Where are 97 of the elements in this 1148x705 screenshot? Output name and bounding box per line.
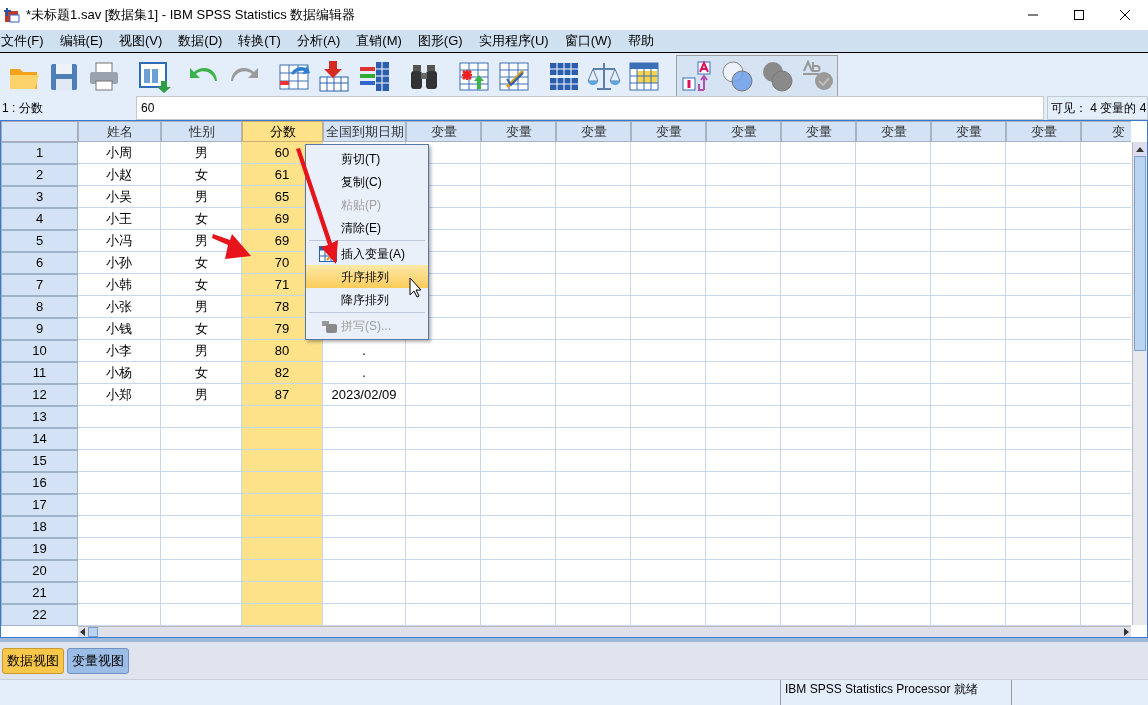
table-cell: 女 bbox=[161, 208, 242, 230]
table-cell: . bbox=[323, 340, 406, 362]
spell-check-icon bbox=[800, 58, 834, 93]
table-cell: 男 bbox=[161, 384, 242, 406]
row-header[interactable]: 21 bbox=[1, 582, 78, 604]
column-header[interactable]: 变量 bbox=[856, 121, 931, 142]
table-down-arrow-icon bbox=[317, 58, 351, 93]
row-header[interactable]: 17 bbox=[1, 494, 78, 516]
vertical-scrollbar[interactable] bbox=[1132, 142, 1147, 625]
column-header[interactable]: 变 bbox=[1081, 121, 1131, 142]
table-cell: . bbox=[323, 362, 406, 384]
row-header[interactable]: 6 bbox=[1, 252, 78, 274]
menu-item[interactable]: 帮助 bbox=[627, 31, 654, 51]
column-header[interactable]: 分数 bbox=[242, 121, 323, 142]
table-cell: 小孙 bbox=[78, 252, 161, 274]
menu-item[interactable]: 窗口(W) bbox=[564, 31, 612, 51]
table-cell: 87 bbox=[242, 384, 323, 406]
window-title: *未标题1.sav [数据集1] - IBM SPSS Statistics 数据编辑器 bbox=[26, 6, 357, 25]
table-cell: 小冯 bbox=[78, 230, 161, 252]
table-cell: 女 bbox=[161, 164, 242, 186]
table-cell: 男 bbox=[161, 186, 242, 208]
column-header[interactable]: 变量 bbox=[406, 121, 481, 142]
table-cell: 小吴 bbox=[78, 186, 161, 208]
column-header[interactable]: 变量 bbox=[1006, 121, 1081, 142]
table-cell: 女 bbox=[161, 274, 242, 296]
menu-item[interactable]: 数据(D) bbox=[178, 31, 223, 51]
table-cell: 小钱 bbox=[78, 318, 161, 340]
stamp-icon bbox=[320, 319, 338, 334]
table-cell: 80 bbox=[242, 340, 323, 362]
column-header[interactable]: 变量 bbox=[781, 121, 856, 142]
row-header[interactable]: 15 bbox=[1, 450, 78, 472]
table-cell: 小杨 bbox=[78, 362, 161, 384]
row-header[interactable]: 9 bbox=[1, 318, 78, 340]
column-header[interactable]: 变量 bbox=[931, 121, 1006, 142]
cursor-icon bbox=[409, 277, 422, 298]
table-cell: 男 bbox=[161, 296, 242, 318]
column-header[interactable]: 变量 bbox=[556, 121, 631, 142]
close-icon bbox=[1119, 9, 1131, 21]
table-cell: 小李 bbox=[78, 340, 161, 362]
column-header[interactable]: 变量 bbox=[631, 121, 706, 142]
table-cell: 2023/02/09 bbox=[323, 384, 406, 406]
table-cell: 82 bbox=[242, 362, 323, 384]
horizontal-scrollbar[interactable] bbox=[78, 626, 1131, 637]
menu-item[interactable]: 实用程序(U) bbox=[478, 31, 549, 51]
view-tab[interactable]: 数据视图 bbox=[2, 647, 64, 674]
column-header[interactable]: 全国到期日期 bbox=[323, 121, 406, 142]
menu-item[interactable]: 文件(F) bbox=[1, 31, 44, 51]
scroll-up-icon[interactable] bbox=[1136, 146, 1144, 152]
row-header[interactable]: 20 bbox=[1, 560, 78, 582]
menu-item[interactable]: 视图(V) bbox=[118, 31, 163, 51]
overlapping-circles-icon bbox=[720, 58, 754, 93]
table-cell: 小郑 bbox=[78, 384, 161, 406]
row-header[interactable]: 11 bbox=[1, 362, 78, 384]
table-cell: 男 bbox=[161, 340, 242, 362]
menu-item[interactable]: 编辑(E) bbox=[59, 31, 103, 51]
column-header[interactable]: 性别 bbox=[161, 121, 242, 142]
row-header[interactable]: 14 bbox=[1, 428, 78, 450]
table-cell: 小张 bbox=[78, 296, 161, 318]
table-cell: 小赵 bbox=[78, 164, 161, 186]
menu-item[interactable]: 图形(G) bbox=[417, 31, 463, 51]
row-header[interactable]: 8 bbox=[1, 296, 78, 318]
column-header[interactable]: 姓名 bbox=[78, 121, 161, 142]
visible-variables-count: 可见： 4 变量的 4 bbox=[1047, 96, 1148, 120]
app-icon bbox=[4, 7, 20, 23]
menu-item[interactable]: 直销(M) bbox=[356, 31, 402, 51]
scroll-thumb[interactable] bbox=[88, 627, 98, 637]
row-header[interactable]: 10 bbox=[1, 340, 78, 362]
status-text: IBM SPSS Statistics Processor 就绪 bbox=[780, 680, 1012, 705]
row-header[interactable]: 19 bbox=[1, 538, 78, 560]
row-header[interactable]: 4 bbox=[1, 208, 78, 230]
value-labels-icon bbox=[680, 58, 714, 93]
column-header[interactable]: 变量 bbox=[706, 121, 781, 142]
row-header[interactable]: 2 bbox=[1, 164, 78, 186]
annotation-arrow bbox=[212, 234, 251, 259]
maximize-icon bbox=[1073, 9, 1085, 21]
row-header[interactable]: 16 bbox=[1, 472, 78, 494]
row-header[interactable]: 1 bbox=[1, 142, 78, 164]
menu-item[interactable]: 升序排列 bbox=[306, 265, 428, 288]
view-tab[interactable]: 变量视图 bbox=[67, 647, 129, 674]
table-cell: 小韩 bbox=[78, 274, 161, 296]
menu-item[interactable]: 转换(T) bbox=[238, 31, 281, 51]
scroll-thumb[interactable] bbox=[1134, 156, 1146, 351]
cell-editor-field[interactable]: 60 bbox=[136, 96, 1044, 120]
menu-item[interactable]: 分析(A) bbox=[296, 31, 341, 51]
row-header[interactable]: 12 bbox=[1, 384, 78, 406]
row-header[interactable]: 13 bbox=[1, 406, 78, 428]
table-cell: 男 bbox=[161, 142, 242, 164]
table-cell: 小王 bbox=[78, 208, 161, 230]
row-header[interactable]: 22 bbox=[1, 604, 78, 626]
table-cell: 女 bbox=[161, 318, 242, 340]
row-header[interactable]: 7 bbox=[1, 274, 78, 296]
row-header[interactable]: 18 bbox=[1, 516, 78, 538]
row-header[interactable]: 5 bbox=[1, 230, 78, 252]
table-cell: 小周 bbox=[78, 142, 161, 164]
table-cell: 女 bbox=[161, 362, 242, 384]
column-header[interactable]: 变量 bbox=[481, 121, 556, 142]
row-header[interactable]: 3 bbox=[1, 186, 78, 208]
